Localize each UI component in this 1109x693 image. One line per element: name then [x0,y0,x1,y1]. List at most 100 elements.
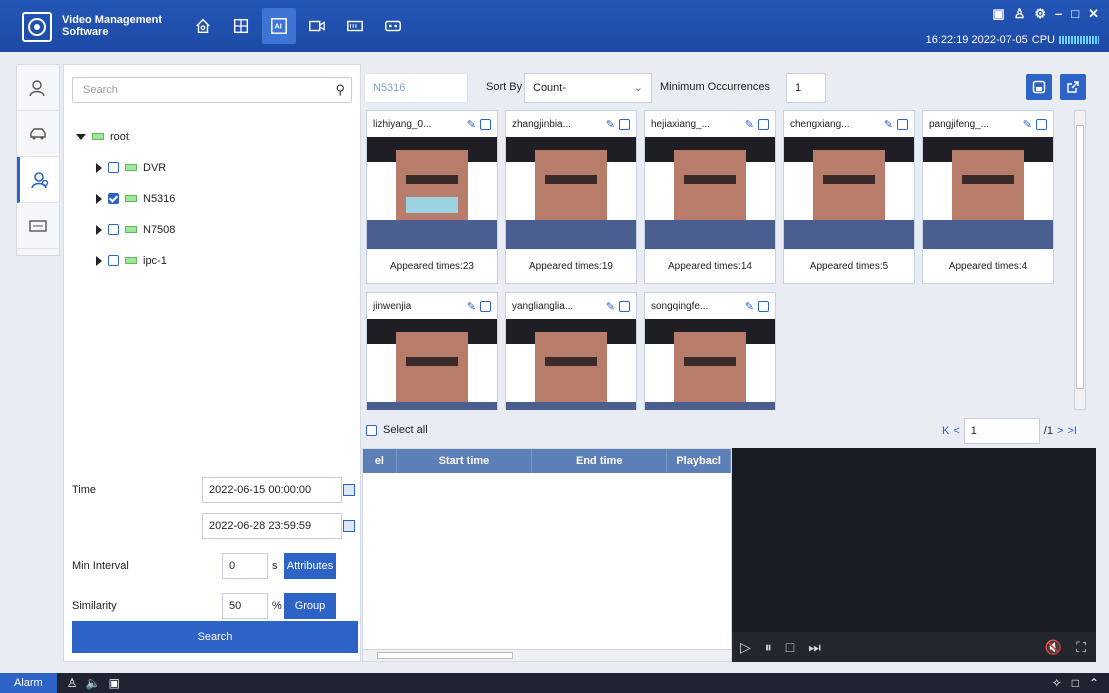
select-all-checkbox[interactable] [366,424,377,436]
nav-ai-search[interactable]: AI [262,8,296,44]
face-thumbnail[interactable] [645,319,775,410]
card-checkbox[interactable] [1036,118,1047,130]
card-checkbox[interactable] [480,300,491,312]
tree-checkbox[interactable] [108,193,119,204]
stop-icon[interactable]: □ [786,639,794,655]
tree-checkbox[interactable] [108,224,119,235]
next-frame-icon[interactable]: ⏭ [808,639,821,656]
expand-icon[interactable] [76,133,86,140]
last-page-button[interactable]: >I [1067,425,1076,437]
card-checkbox[interactable] [619,300,630,312]
face-thumbnail[interactable] [367,137,497,249]
edit-icon[interactable]: ✎ [606,118,615,131]
search-icon[interactable]: ⚲ [335,78,345,102]
collapse-icon[interactable] [96,224,102,235]
mute-icon[interactable]: 🔇 [1045,639,1062,656]
user-icon[interactable]: ♙ [1014,6,1026,22]
settings-icon[interactable]: ⚙ [1034,6,1046,22]
card-checkbox[interactable] [897,118,908,130]
face-card[interactable]: pangjifeng_... ✎ Appeared times:4 [922,110,1054,284]
next-page-button[interactable]: > [1057,425,1063,437]
face-card[interactable]: songqingfe... ✎ [644,292,776,410]
edit-icon[interactable]: ✎ [1023,118,1032,131]
edit-icon[interactable]: ✎ [606,300,615,313]
prev-page-button[interactable]: < [953,425,959,437]
similarity-input[interactable]: 50 [222,593,268,619]
screen-icon[interactable]: ▣ [992,6,1004,22]
tree-node-dvr[interactable]: DVR [76,152,175,183]
save-button[interactable] [1026,74,1052,100]
end-time-input[interactable]: 2022-06-28 23:59:59 [202,513,355,539]
collapse-icon[interactable] [96,193,102,204]
search-button[interactable]: Search [72,621,358,653]
play-icon[interactable]: ▷ [740,639,751,656]
face-card[interactable]: jinwenjia ✎ [366,292,498,410]
face-card[interactable]: lizhiyang_0... ✎ Appeared times:23 [366,110,498,284]
face-thumbnail[interactable] [506,137,636,249]
start-time-input[interactable]: 2022-06-15 00:00:00 [202,477,355,503]
face-thumbnail[interactable] [367,319,497,410]
nav-device[interactable] [376,8,410,44]
attributes-button[interactable]: Attributes [284,553,336,579]
pin-icon[interactable]: ✧ [1052,676,1062,690]
card-checkbox[interactable] [758,300,769,312]
tree-node-n7508[interactable]: N7508 [76,214,175,245]
edit-icon[interactable]: ✎ [467,118,476,131]
face-card[interactable]: chengxiang... ✎ Appeared times:5 [783,110,915,284]
tree-node-ipc-1[interactable]: ipc-1 [76,245,175,276]
edit-icon[interactable]: ✎ [884,118,893,131]
face-card[interactable]: zhangjinbia... ✎ Appeared times:19 [505,110,637,284]
table-hscroll[interactable] [363,649,731,661]
page-input[interactable]: 1 [963,418,1040,444]
scroll-thumb[interactable] [1076,125,1084,389]
grid-scrollbar[interactable] [1074,110,1086,410]
tree-checkbox[interactable] [108,162,119,173]
card-checkbox[interactable] [758,118,769,130]
tree-node-root[interactable]: root [76,121,175,152]
face-thumbnail[interactable] [506,319,636,410]
alarm-user-icon[interactable]: ♙ [67,676,78,690]
nav-home[interactable] [186,8,220,44]
face-card[interactable]: yanglianglia... ✎ [505,292,637,410]
calendar-icon[interactable] [343,484,355,496]
min-interval-input[interactable]: 0 [222,553,268,579]
face-thumbnail[interactable] [784,137,914,249]
min-occurrences-input[interactable]: 1 [786,73,826,103]
card-checkbox[interactable] [480,118,491,130]
fullscreen-icon[interactable]: ⛶ [1076,639,1086,656]
group-button[interactable]: Group [284,593,336,619]
collapse-icon[interactable] [96,162,102,173]
calendar-icon[interactable] [343,520,355,532]
sidebar-plate[interactable] [17,203,59,249]
sidebar-person-group[interactable] [17,157,59,203]
edit-icon[interactable]: ✎ [745,118,754,131]
first-page-button[interactable]: K [942,425,949,437]
minimize-button[interactable]: – [1055,6,1062,22]
alarm-button[interactable]: Alarm [0,673,57,693]
edit-icon[interactable]: ✎ [745,300,754,313]
nav-grid-view[interactable] [224,8,258,44]
nav-camera[interactable] [300,8,334,44]
pause-icon[interactable]: ⏸ [765,639,772,656]
select-all-label[interactable]: Select all [383,424,428,436]
device-search-input[interactable]: Search ⚲ [72,77,352,103]
sort-select[interactable]: Count- ⌄ [524,73,652,103]
collapse-up-icon[interactable]: ⌃ [1089,676,1099,690]
sidebar-vehicle[interactable] [17,111,59,157]
sound-off-icon[interactable]: 🔈 [86,676,101,690]
tree-checkbox[interactable] [108,255,119,266]
hscroll-thumb[interactable] [377,652,513,659]
face-card[interactable]: hejiaxiang_... ✎ Appeared times:14 [644,110,776,284]
collapse-icon[interactable] [96,255,102,266]
edit-icon[interactable]: ✎ [467,300,476,313]
screen-icon[interactable]: ▣ [108,676,119,690]
maximize-button[interactable]: □ [1071,6,1079,22]
nav-nvr[interactable] [338,8,372,44]
restore-icon[interactable]: □ [1072,676,1079,690]
close-button[interactable]: ✕ [1088,6,1099,22]
card-checkbox[interactable] [619,118,630,130]
face-thumbnail[interactable] [645,137,775,249]
sidebar-face-search[interactable] [17,65,59,111]
export-button[interactable] [1060,74,1086,100]
face-thumbnail[interactable] [923,137,1053,249]
